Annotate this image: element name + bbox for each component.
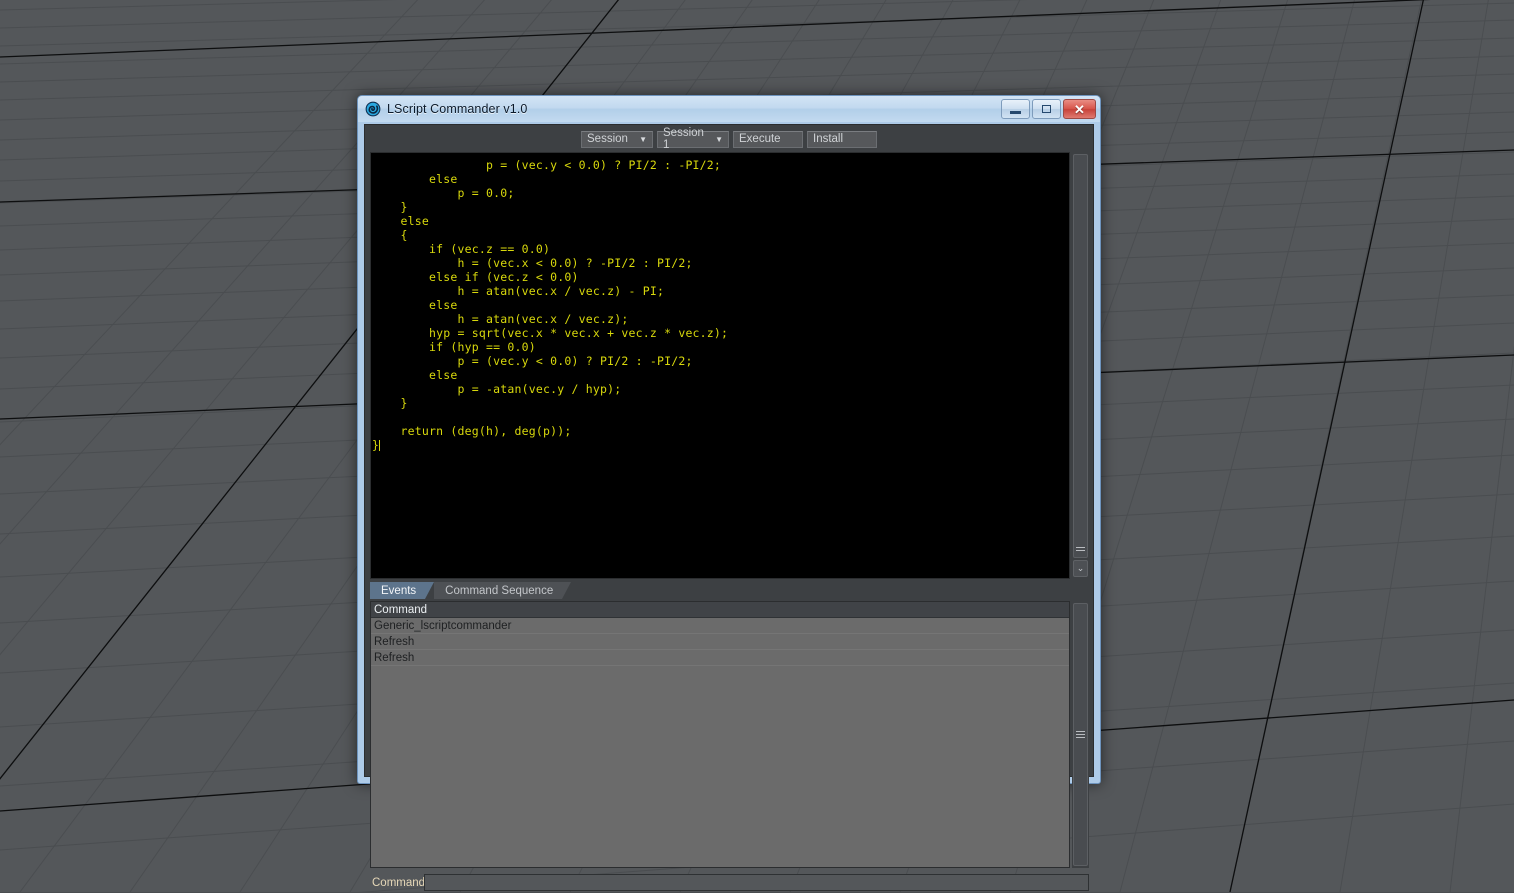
toolbar: Session ▼ Session 1 ▼ Execute Install xyxy=(365,125,1093,150)
tab-events-label: Events xyxy=(381,585,416,597)
list-item-label: Refresh xyxy=(374,652,414,664)
table-row[interactable]: Refresh xyxy=(371,650,1069,666)
session-select-label: Session 1 xyxy=(663,127,705,151)
session-select-dropdown[interactable]: Session 1 ▼ xyxy=(657,131,729,148)
chevron-down-icon: ▼ xyxy=(715,135,723,144)
list-column-header: Command xyxy=(371,602,1069,618)
tab-command-sequence[interactable]: Command Sequence xyxy=(434,582,562,599)
drag-grip-icon xyxy=(1076,729,1085,740)
list-vertical-scrollbar[interactable] xyxy=(1072,601,1089,868)
command-bar: Command xyxy=(370,872,1089,893)
scrollbar-thumb[interactable] xyxy=(1073,154,1088,558)
minimize-button[interactable] xyxy=(1001,99,1030,119)
window-titlebar[interactable]: LScript Commander v1.0 ✕ xyxy=(358,96,1100,122)
text-caret xyxy=(379,440,380,451)
list-item-label: Refresh xyxy=(374,636,414,648)
column-header-command: Command xyxy=(374,604,427,616)
install-button[interactable]: Install xyxy=(807,131,877,148)
minimize-icon xyxy=(1010,111,1021,114)
drag-grip-icon xyxy=(1076,545,1085,553)
panel-tabs: Events Command Sequence xyxy=(370,581,1089,599)
session-menu-dropdown[interactable]: Session ▼ xyxy=(581,131,653,148)
scrollbar-thumb[interactable] xyxy=(1073,603,1088,866)
window-client-area: Session ▼ Session 1 ▼ Execute Install p … xyxy=(364,124,1094,777)
lscript-commander-window: LScript Commander v1.0 ✕ Session ▼ Sessi… xyxy=(357,95,1101,784)
table-row[interactable]: Refresh xyxy=(371,634,1069,650)
tab-events[interactable]: Events xyxy=(370,582,425,599)
events-list-region: Command Generic_lscriptcommander Refresh… xyxy=(370,601,1089,868)
table-row[interactable]: Generic_lscriptcommander xyxy=(371,618,1069,634)
close-button[interactable]: ✕ xyxy=(1063,99,1096,119)
maximize-button[interactable] xyxy=(1032,99,1061,119)
code-vertical-scrollbar[interactable]: ⌄ xyxy=(1072,152,1089,579)
session-menu-label: Session xyxy=(587,133,628,145)
window-title: LScript Commander v1.0 xyxy=(387,102,527,116)
code-text: p = (vec.y < 0.0) ? PI/2 : -PI/2; else p… xyxy=(372,158,728,452)
lightwave-spiral-icon xyxy=(365,101,381,117)
code-editor-region: p = (vec.y < 0.0) ? PI/2 : -PI/2; else p… xyxy=(370,152,1089,579)
events-list[interactable]: Command Generic_lscriptcommander Refresh… xyxy=(370,601,1070,868)
execute-label: Execute xyxy=(739,133,781,145)
chevron-down-icon: ⌄ xyxy=(1077,563,1085,574)
list-item-label: Generic_lscriptcommander xyxy=(374,620,511,632)
execute-button[interactable]: Execute xyxy=(733,131,803,148)
command-label: Command xyxy=(370,877,424,889)
tab-command-sequence-label: Command Sequence xyxy=(445,585,553,597)
close-icon: ✕ xyxy=(1074,103,1085,116)
window-controls: ✕ xyxy=(1001,99,1096,119)
scroll-down-button[interactable]: ⌄ xyxy=(1073,560,1088,577)
command-input[interactable] xyxy=(424,874,1089,891)
code-editor[interactable]: p = (vec.y < 0.0) ? PI/2 : -PI/2; else p… xyxy=(370,152,1070,579)
install-label: Install xyxy=(813,133,843,145)
maximize-icon xyxy=(1042,105,1051,113)
chevron-down-icon: ▼ xyxy=(639,135,647,144)
